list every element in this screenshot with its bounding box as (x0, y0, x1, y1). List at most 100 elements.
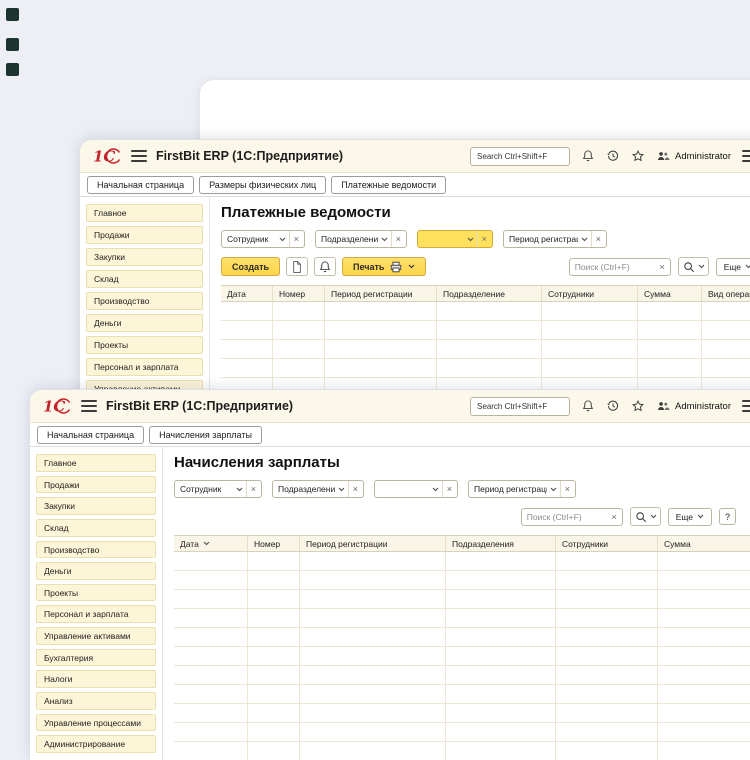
clear-icon[interactable]: × (348, 481, 363, 497)
column-header-department[interactable]: Подразделение (437, 286, 542, 301)
sidebar-item-warehouse[interactable]: Склад (86, 270, 203, 288)
print-button[interactable]: Печать (342, 257, 426, 276)
sidebar-item-production[interactable]: Производство (86, 292, 203, 310)
tab-home[interactable]: Начальная страница (37, 426, 144, 444)
chevron-down-icon[interactable] (464, 231, 477, 247)
tab-individual-sizes[interactable]: Размеры физических лиц (199, 176, 326, 194)
sidebar-item-purchases[interactable]: Закупки (36, 497, 156, 515)
clear-icon[interactable]: × (606, 512, 621, 522)
user-menu[interactable]: Administrator (656, 399, 731, 413)
sidebar-item-warehouse[interactable]: Склад (36, 519, 156, 537)
command-bar-right: × Еще ? (521, 507, 736, 526)
list-search-box[interactable]: × (569, 258, 671, 276)
clear-icon[interactable]: × (654, 262, 669, 272)
filter-empty[interactable]: × (374, 480, 458, 498)
chevron-down-icon[interactable] (547, 481, 560, 497)
favorites-star-icon[interactable] (631, 149, 645, 163)
filter-department[interactable]: Подразделение × (272, 480, 364, 498)
sidebar-item-accounting[interactable]: Бухгалтерия (36, 649, 156, 667)
column-header-employees[interactable]: Сотрудники (556, 536, 658, 551)
clear-icon[interactable]: × (442, 481, 457, 497)
chevron-down-icon (698, 264, 705, 269)
tab-home[interactable]: Начальная страница (87, 176, 194, 194)
column-header-number[interactable]: Номер (273, 286, 325, 301)
column-header-amount[interactable]: Сумма (638, 286, 702, 301)
notifications-bell-icon[interactable] (581, 149, 595, 163)
document-list[interactable] (174, 552, 750, 760)
tab-payment-sheets[interactable]: Платежные ведомости (331, 176, 446, 194)
column-header-departments[interactable]: Подразделения (446, 536, 556, 551)
titlebar: 1С FirstBit ERP (1С:Предприятие) Adminis… (80, 140, 750, 173)
filter-registration-period[interactable]: Период регистрации × (468, 480, 576, 498)
clear-icon[interactable]: × (477, 231, 492, 247)
column-header-period[interactable]: Период регистрации (325, 286, 437, 301)
more-menu-icon[interactable] (742, 397, 750, 415)
chevron-down-icon[interactable] (233, 481, 246, 497)
history-icon[interactable] (606, 399, 620, 413)
sidebar-item-asset-management[interactable]: Управление активами (36, 627, 156, 645)
sidebar-item-money[interactable]: Деньги (86, 314, 203, 332)
sidebar-item-sales[interactable]: Продажи (86, 226, 203, 244)
more-button[interactable]: Еще (716, 258, 750, 276)
column-header-amount[interactable]: Сумма (658, 536, 750, 551)
sidebar-item-main[interactable]: Главное (36, 454, 156, 472)
sidebar-item-money[interactable]: Деньги (36, 562, 156, 580)
search-options-button[interactable] (678, 257, 709, 276)
column-header-date[interactable]: Дата (174, 536, 248, 551)
chevron-down-icon[interactable] (429, 481, 442, 497)
create-copy-button[interactable] (286, 257, 308, 276)
sidebar-item-production[interactable]: Производство (36, 541, 156, 559)
column-header-date[interactable]: Дата (221, 286, 273, 301)
main-menu-icon[interactable] (81, 397, 97, 415)
chevron-down-icon[interactable] (378, 231, 391, 247)
column-header-period[interactable]: Период регистрации (300, 536, 446, 551)
sidebar-item-projects[interactable]: Проекты (86, 336, 203, 354)
chevron-down-icon[interactable] (335, 481, 348, 497)
favorites-star-icon[interactable] (631, 399, 645, 413)
filter-department[interactable]: Подразделение × (315, 230, 407, 248)
list-search-input[interactable] (570, 262, 655, 272)
more-menu-icon[interactable] (742, 147, 750, 165)
help-button[interactable]: ? (719, 508, 736, 525)
filter-employee[interactable]: Сотрудник × (174, 480, 262, 498)
filter-employee[interactable]: Сотрудник × (221, 230, 305, 248)
notify-button[interactable] (314, 257, 336, 276)
column-header-employees[interactable]: Сотрудники (542, 286, 638, 301)
clear-icon[interactable]: × (560, 481, 575, 497)
clear-icon[interactable]: × (391, 231, 406, 247)
main-menu-icon[interactable] (131, 147, 147, 165)
sidebar-item-purchases[interactable]: Закупки (86, 248, 203, 266)
history-icon[interactable] (606, 149, 620, 163)
more-button[interactable]: Еще (668, 508, 712, 526)
create-button[interactable]: Создать (221, 257, 280, 276)
chevron-down-icon[interactable] (578, 231, 591, 247)
notifications-bell-icon[interactable] (581, 399, 595, 413)
global-search-input[interactable] (470, 147, 570, 166)
sidebar-item-process-management[interactable]: Управление процессами (36, 714, 156, 732)
filter-highlighted[interactable]: × (417, 230, 493, 248)
sidebar-item-main[interactable]: Главное (86, 204, 203, 222)
document-icon (290, 260, 304, 274)
list-search-input[interactable] (522, 512, 607, 522)
clear-icon[interactable]: × (591, 231, 606, 247)
sidebar-item-hr-payroll[interactable]: Персонал и зарплата (36, 605, 156, 623)
search-options-button[interactable] (630, 507, 661, 526)
clear-icon[interactable]: × (289, 231, 304, 247)
chevron-down-icon[interactable] (276, 231, 289, 247)
sidebar-item-administration[interactable]: Администрирование (36, 735, 156, 753)
sidebar-item-sales[interactable]: Продажи (36, 476, 156, 494)
list-search-box[interactable]: × (521, 508, 623, 526)
user-menu[interactable]: Administrator (656, 149, 731, 163)
table-column-divider (446, 552, 556, 760)
sidebar-item-analysis[interactable]: Анализ (36, 692, 156, 710)
sidebar-item-taxes[interactable]: Налоги (36, 670, 156, 688)
sidebar-item-hr-payroll[interactable]: Персонал и зарплата (86, 358, 203, 376)
column-header-number[interactable]: Номер (248, 536, 300, 551)
column-header-operation-kind[interactable]: Вид операции (702, 286, 750, 301)
global-search-input[interactable] (470, 397, 570, 416)
chevron-down-icon (745, 264, 750, 269)
clear-icon[interactable]: × (246, 481, 261, 497)
filter-registration-period[interactable]: Период регистрации × (503, 230, 607, 248)
tab-payroll-accruals[interactable]: Начисления зарплаты (149, 426, 262, 444)
sidebar-item-projects[interactable]: Проекты (36, 584, 156, 602)
